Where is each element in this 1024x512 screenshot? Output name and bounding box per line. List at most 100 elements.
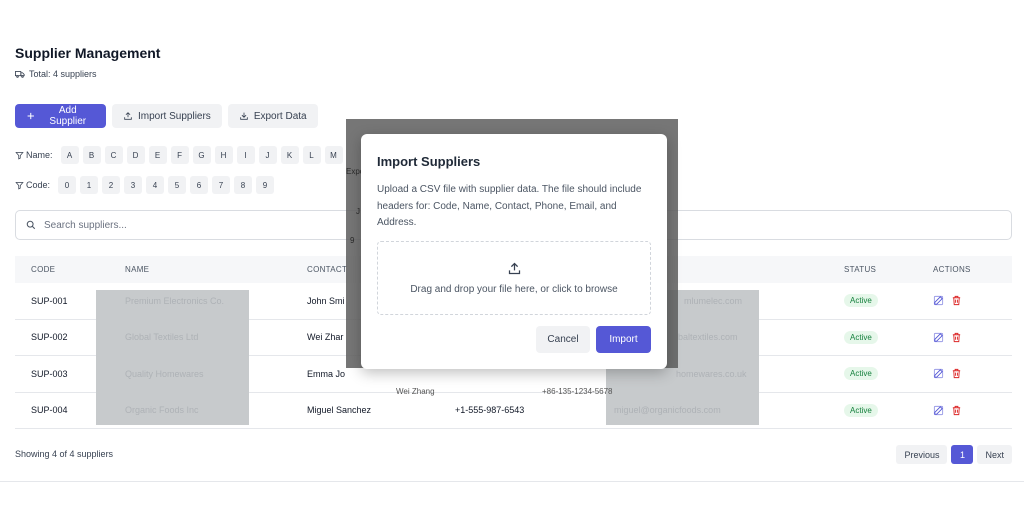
import-suppliers-label: Import Suppliers: [138, 110, 211, 122]
export-data-button[interactable]: Export Data: [227, 104, 318, 128]
next-page-button[interactable]: Next: [977, 445, 1012, 464]
status-badge: Active: [844, 294, 878, 308]
search-icon: [26, 220, 36, 230]
name-filter-text: Name:: [26, 150, 53, 160]
digit-filter-0[interactable]: 0: [58, 176, 77, 194]
edit-icon[interactable]: [933, 295, 944, 306]
delete-icon[interactable]: [951, 295, 962, 306]
column-header-contact[interactable]: CONTACT: [307, 265, 347, 274]
digit-filter-1[interactable]: 1: [80, 176, 99, 194]
status-badge: Active: [844, 330, 878, 344]
letter-filter-h[interactable]: H: [214, 146, 233, 164]
dialog-title: Import Suppliers: [377, 154, 481, 169]
edit-icon[interactable]: [933, 405, 944, 416]
ghost-text: +86-135-1234-5678: [542, 387, 613, 396]
supplier-code: SUP-001: [31, 295, 68, 306]
column-header-code[interactable]: CODE: [31, 265, 55, 274]
ghost-text: Wei Zhang: [396, 387, 435, 396]
letter-filter-c[interactable]: C: [104, 146, 123, 164]
filter-icon: [15, 151, 24, 159]
supplier-email: homewares.co.uk: [676, 369, 747, 379]
code-filter-label: Code:: [15, 180, 50, 190]
supplier-name: Premium Electronics Co.: [125, 296, 225, 306]
digit-filter-3[interactable]: 3: [124, 176, 143, 194]
digit-filter-8[interactable]: 8: [234, 176, 253, 194]
page-title: Supplier Management: [15, 45, 161, 61]
edit-icon[interactable]: [933, 368, 944, 379]
digit-filter-6[interactable]: 6: [190, 176, 209, 194]
name-column-mask: Premium Electronics Co. Global Textiles …: [96, 290, 249, 425]
letter-filter-l[interactable]: L: [302, 146, 321, 164]
column-header-name[interactable]: NAME: [125, 265, 149, 274]
column-header-status[interactable]: STATUS: [844, 265, 876, 274]
file-dropzone[interactable]: Drag and drop your file here, or click t…: [377, 241, 651, 315]
truck-icon: [15, 71, 25, 78]
letter-filter-k[interactable]: K: [280, 146, 299, 164]
code-filter-text: Code:: [26, 180, 51, 190]
digit-filter-2[interactable]: 2: [102, 176, 121, 194]
name-filter: Name: A B C D E F G H I J K L M: [15, 146, 343, 164]
letter-filter-g[interactable]: G: [192, 146, 211, 164]
status-badge: Active: [844, 403, 878, 417]
plus-icon: [27, 112, 34, 120]
download-icon: [240, 112, 248, 120]
edit-icon[interactable]: [933, 332, 944, 343]
row-actions: [933, 295, 962, 306]
previous-page-button[interactable]: Previous: [896, 445, 948, 464]
import-suppliers-button[interactable]: Import Suppliers: [112, 104, 222, 128]
supplier-phone: +1-555-987-6543: [455, 405, 525, 416]
delete-icon[interactable]: [951, 368, 962, 379]
row-actions: [933, 405, 962, 416]
add-supplier-label: Add Supplier: [49, 105, 87, 127]
letter-filter-i[interactable]: I: [236, 146, 255, 164]
name-filter-label: Name:: [15, 150, 53, 160]
bottom-divider: [0, 481, 1024, 482]
upload-icon: [124, 112, 132, 120]
letter-filter-d[interactable]: D: [126, 146, 145, 164]
dialog-description: Upload a CSV file with supplier data. Th…: [377, 184, 642, 228]
import-suppliers-dialog: Import Suppliers Upload a CSV file with …: [361, 134, 667, 369]
digit-filter-5[interactable]: 5: [168, 176, 187, 194]
supplier-code: SUP-003: [31, 368, 68, 379]
delete-icon[interactable]: [951, 332, 962, 343]
delete-icon[interactable]: [951, 405, 962, 416]
supplier-count-text: Total: 4 suppliers: [29, 69, 97, 79]
letter-filter-m[interactable]: M: [324, 146, 343, 164]
add-supplier-button[interactable]: Add Supplier: [15, 104, 106, 128]
supplier-email: baltextiles.com: [678, 332, 738, 342]
supplier-email: miguel@organicfoods.com: [614, 405, 721, 415]
digit-filter-9[interactable]: 9: [256, 176, 275, 194]
supplier-name: Organic Foods Inc: [125, 405, 199, 415]
dropzone-text: Drag and drop your file here, or click t…: [410, 284, 618, 295]
digit-filter-7[interactable]: 7: [212, 176, 231, 194]
digit-filter-4[interactable]: 4: [146, 176, 165, 194]
pagination-summary: Showing 4 of 4 suppliers: [15, 449, 114, 459]
supplier-name: Quality Homewares: [125, 369, 204, 379]
upload-icon: [508, 262, 520, 275]
letter-filter-f[interactable]: F: [170, 146, 189, 164]
ghost-text: 9: [350, 236, 355, 245]
row-actions: [933, 332, 962, 343]
filter-icon: [15, 181, 24, 189]
supplier-contact: Miguel Sanchez: [307, 405, 372, 416]
letter-filter-e[interactable]: E: [148, 146, 167, 164]
page-1-button[interactable]: 1: [951, 445, 974, 464]
ghost-text: J: [356, 207, 360, 216]
supplier-contact: Wei Zhar: [307, 332, 344, 343]
export-data-label: Export Data: [253, 110, 307, 122]
letter-filter-a[interactable]: A: [60, 146, 79, 164]
letter-filter-j[interactable]: J: [258, 146, 277, 164]
cancel-button[interactable]: Cancel: [536, 326, 590, 353]
column-header-actions: ACTIONS: [933, 265, 971, 274]
status-badge: Active: [844, 367, 878, 381]
supplier-contact: Emma Jo: [307, 368, 346, 379]
supplier-code: SUP-002: [31, 332, 68, 343]
import-button[interactable]: Import: [596, 326, 651, 353]
supplier-code: SUP-004: [31, 405, 68, 416]
letter-filter-b[interactable]: B: [82, 146, 101, 164]
pagination: Previous 1 Next: [896, 445, 1012, 464]
supplier-contact: John Smi: [307, 295, 345, 306]
supplier-count: Total: 4 suppliers: [15, 69, 97, 79]
supplier-name: Global Textiles Ltd: [125, 332, 199, 342]
code-filter: Code: 0 1 2 3 4 5 6 7 8 9: [15, 176, 275, 194]
